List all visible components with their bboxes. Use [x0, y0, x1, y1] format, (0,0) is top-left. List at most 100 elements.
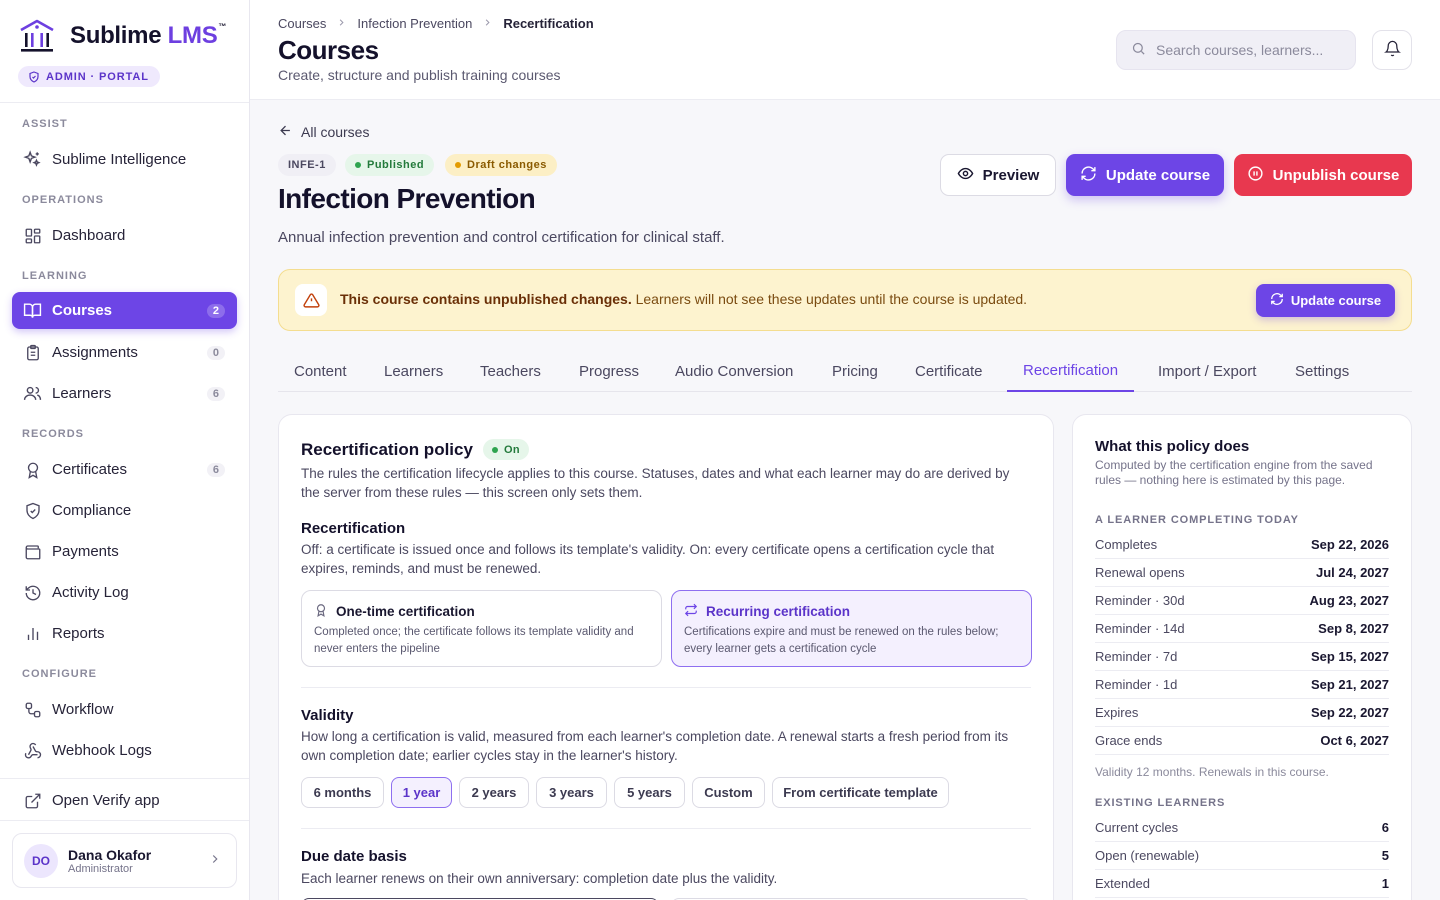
tab-teachers[interactable]: Teachers [464, 350, 557, 392]
breadcrumb-course[interactable]: Infection Prevention [357, 16, 472, 31]
existing-heading: EXISTING LEARNERS [1095, 797, 1226, 809]
repeat-icon [684, 603, 698, 620]
policy-title: Recertification policy [301, 439, 473, 459]
sidebar-item-activity-log[interactable]: Activity Log [12, 574, 237, 611]
recurring-certification-option[interactable]: Recurring certification Certifications e… [671, 590, 1032, 667]
validity-option-3-years[interactable]: 3 years [536, 777, 607, 808]
back-link-label: All courses [301, 124, 370, 140]
breadcrumb: Courses Infection Prevention Recertifica… [278, 16, 594, 31]
validity-option-from-template[interactable]: From certificate template [772, 777, 949, 808]
summary-row: Reminder · 1d Sep 21, 2027 [1095, 671, 1389, 699]
status-dot [491, 446, 498, 453]
breadcrumb-courses[interactable]: Courses [278, 16, 326, 31]
tab-pricing[interactable]: Pricing [816, 350, 894, 392]
validity-option-5-years[interactable]: 5 years [614, 777, 685, 808]
brand[interactable]: Sublime LMS ™ [18, 18, 226, 54]
chevron-right-icon [208, 852, 222, 869]
due-date-heading: Due date basis [301, 848, 407, 865]
sidebar-item-assignments[interactable]: Assignments 0 [12, 334, 237, 371]
avatar: DO [24, 843, 58, 878]
sidebar-item-courses[interactable]: Courses 2 [12, 292, 237, 329]
summary-row: Reminder · 7d Sep 15, 2027 [1095, 643, 1389, 671]
banner-message: This course contains unpublished changes… [340, 291, 1028, 307]
tab-recertification[interactable]: Recertification [1007, 350, 1135, 392]
sidebar-item-label: Sublime Intelligence [52, 151, 187, 168]
topbar: Courses Infection Prevention Recertifica… [250, 0, 1440, 100]
summary-note: Validity 12 months. Renewals in this cou… [1095, 765, 1329, 779]
validity-option-1-year[interactable]: 1 year [391, 777, 452, 808]
brand-name: Sublime LMS [70, 22, 218, 49]
history-icon [23, 583, 42, 602]
award-icon [23, 460, 42, 479]
banner-update-course-button[interactable]: Update course [1256, 284, 1395, 317]
eye-icon [957, 165, 974, 186]
sidebar-item-intelligence[interactable]: Sublime Intelligence [12, 141, 237, 178]
course-title: Infection Prevention [278, 183, 536, 214]
validity-option-2-years[interactable]: 2 years [459, 777, 529, 808]
tab-settings[interactable]: Settings [1279, 350, 1365, 392]
tab-audio-conversion[interactable]: Audio Conversion [659, 350, 809, 392]
summary-desc: Computed by the certification engine fro… [1095, 458, 1373, 487]
update-course-button[interactable]: Update course [1066, 154, 1224, 196]
refresh-icon [1080, 165, 1097, 186]
shield-check-icon [23, 501, 42, 520]
preview-button[interactable]: Preview [940, 154, 1056, 196]
search-icon [1131, 41, 1146, 59]
recertification-heading: Recertification [301, 520, 406, 537]
sidebar-item-label: Webhook Logs [52, 742, 152, 759]
one-time-certification-option[interactable]: One-time certification Completed once; t… [301, 590, 662, 667]
search-input[interactable] [1156, 42, 1346, 58]
section-assist: ASSIST [22, 118, 68, 130]
trademark: ™ [218, 21, 227, 31]
tab-learners[interactable]: Learners [368, 350, 459, 392]
book-icon [23, 301, 42, 320]
sidebar-item-webhook-logs[interactable]: Webhook Logs [12, 732, 237, 769]
count-badge: 0 [206, 345, 225, 360]
tab-import-export[interactable]: Import / Export [1142, 350, 1272, 392]
option-desc: Certifications expire and must be renewe… [684, 626, 999, 655]
sidebar-item-dashboard[interactable]: Dashboard [12, 217, 237, 254]
back-to-all-courses-link[interactable]: All courses [278, 123, 369, 141]
section-records: RECORDS [22, 428, 85, 440]
section-configure: CONFIGURE [22, 668, 97, 680]
sidebar-item-reports[interactable]: Reports [12, 615, 237, 652]
tab-certificate[interactable]: Certificate [899, 350, 999, 392]
sidebar-item-label: Reports [52, 625, 105, 642]
sidebar-item-label: Activity Log [52, 584, 129, 601]
validity-option-custom[interactable]: Custom [692, 777, 765, 808]
sidebar-item-label: Courses [52, 302, 113, 319]
sidebar-item-learners[interactable]: Learners 6 [12, 375, 237, 412]
tab-progress[interactable]: Progress [563, 350, 655, 392]
chevron-right-icon [482, 17, 493, 31]
search-box[interactable] [1116, 30, 1356, 70]
unpublish-course-button[interactable]: Unpublish course [1234, 154, 1412, 196]
sidebar-item-label: Compliance [52, 502, 132, 519]
page-subtitle: Create, structure and publish training c… [278, 67, 561, 83]
tab-content[interactable]: Content [278, 350, 363, 392]
section-learning: LEARNING [22, 270, 88, 282]
option-desc: Completed once; the certificate follows … [314, 626, 634, 655]
summary-row: Grace ends Oct 6, 2027 [1095, 727, 1389, 755]
portal-badge: ADMIN · PORTAL [18, 66, 160, 87]
sidebar-item-open-verify-app[interactable]: Open Verify app [12, 782, 237, 819]
sidebar-item-label: Workflow [52, 701, 114, 718]
sidebar-item-workflow[interactable]: Workflow [12, 691, 237, 728]
user-card[interactable]: DO Dana Okafor Administrator [12, 833, 237, 888]
academy-logo-icon [20, 19, 54, 52]
notifications-button[interactable] [1372, 30, 1412, 70]
sidebar-item-label: Dashboard [52, 227, 126, 244]
validity-option-6-months[interactable]: 6 months [301, 777, 384, 808]
summary-title: What this policy does [1095, 438, 1250, 455]
clipboard-icon [23, 343, 42, 362]
sidebar-item-payments[interactable]: Payments [12, 533, 237, 570]
sidebar-item-compliance[interactable]: Compliance [12, 492, 237, 529]
bell-icon [1383, 40, 1401, 60]
sparkles-icon [23, 150, 42, 169]
course-tabs: Content Learners Teachers Progress Audio… [278, 350, 1412, 392]
sidebar-item-label: Learners [52, 385, 112, 402]
policy-intro: The rules the certification lifecycle ap… [301, 466, 1010, 500]
webhook-icon [23, 741, 42, 760]
sidebar-item-certificates[interactable]: Certificates 6 [12, 451, 237, 488]
summary-row: Reminder · 14d Sep 8, 2027 [1095, 615, 1389, 643]
arrow-left-icon [278, 123, 293, 141]
